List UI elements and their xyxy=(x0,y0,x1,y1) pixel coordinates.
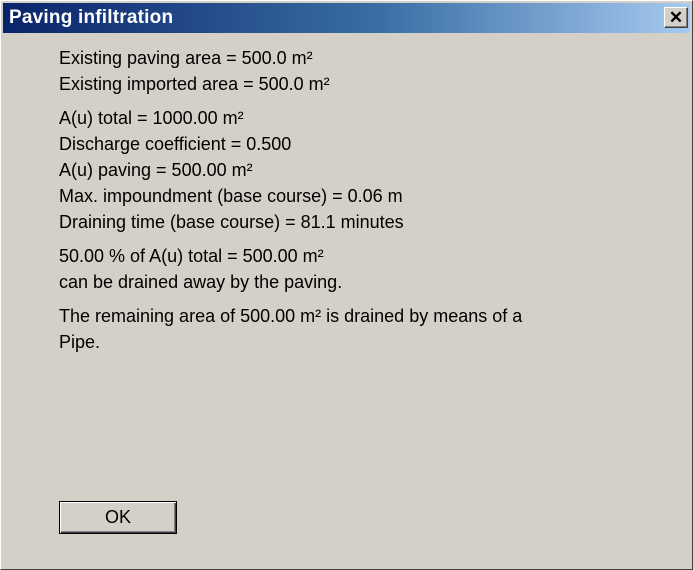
remaining-area-text: The remaining area of 500.00 m² is drain… xyxy=(59,306,523,326)
existing-imported-area-text: Existing imported area = 500.0 m² xyxy=(59,74,330,94)
discharge-coefficient-text: Discharge coefficient = 0.500 xyxy=(59,134,292,154)
title-bar[interactable]: Paving infiltration ✕ xyxy=(3,3,690,33)
drained-percentage-text: 50.00 % of A(u) total = 500.00 m² xyxy=(59,246,324,266)
au-paving-text: A(u) paving = 500.00 m² xyxy=(59,160,253,180)
au-total-text: A(u) total = 1000.00 m² xyxy=(59,108,244,128)
dialog-content: Existing paving area = 500.0 m² Existing… xyxy=(59,45,672,363)
remaining-area-group: The remaining area of 500.00 m² is drain… xyxy=(59,303,672,355)
existing-paving-area-text: Existing paving area = 500.0 m² xyxy=(59,48,313,68)
existing-areas-group: Existing paving area = 500.0 m² Existing… xyxy=(59,45,672,97)
drainage-group: 50.00 % of A(u) total = 500.00 m² can be… xyxy=(59,243,672,295)
remaining-method-text: Pipe. xyxy=(59,332,101,352)
drained-by-paving-text: can be drained away by the paving. xyxy=(59,272,343,292)
ok-button[interactable]: OK xyxy=(59,501,177,534)
ok-button-label: OK xyxy=(104,507,131,527)
paving-infiltration-dialog: Paving infiltration ✕ Existing paving ar… xyxy=(0,0,693,570)
max-impoundment-text: Max. impoundment (base course) = 0.06 m xyxy=(59,186,403,206)
draining-time-text: Draining time (base course) = 81.1 minut… xyxy=(59,212,404,232)
close-button[interactable]: ✕ xyxy=(664,7,688,28)
dialog-title: Paving infiltration xyxy=(9,7,174,28)
close-icon: ✕ xyxy=(668,8,684,27)
results-group: A(u) total = 1000.00 m² Discharge coeffi… xyxy=(59,105,672,235)
